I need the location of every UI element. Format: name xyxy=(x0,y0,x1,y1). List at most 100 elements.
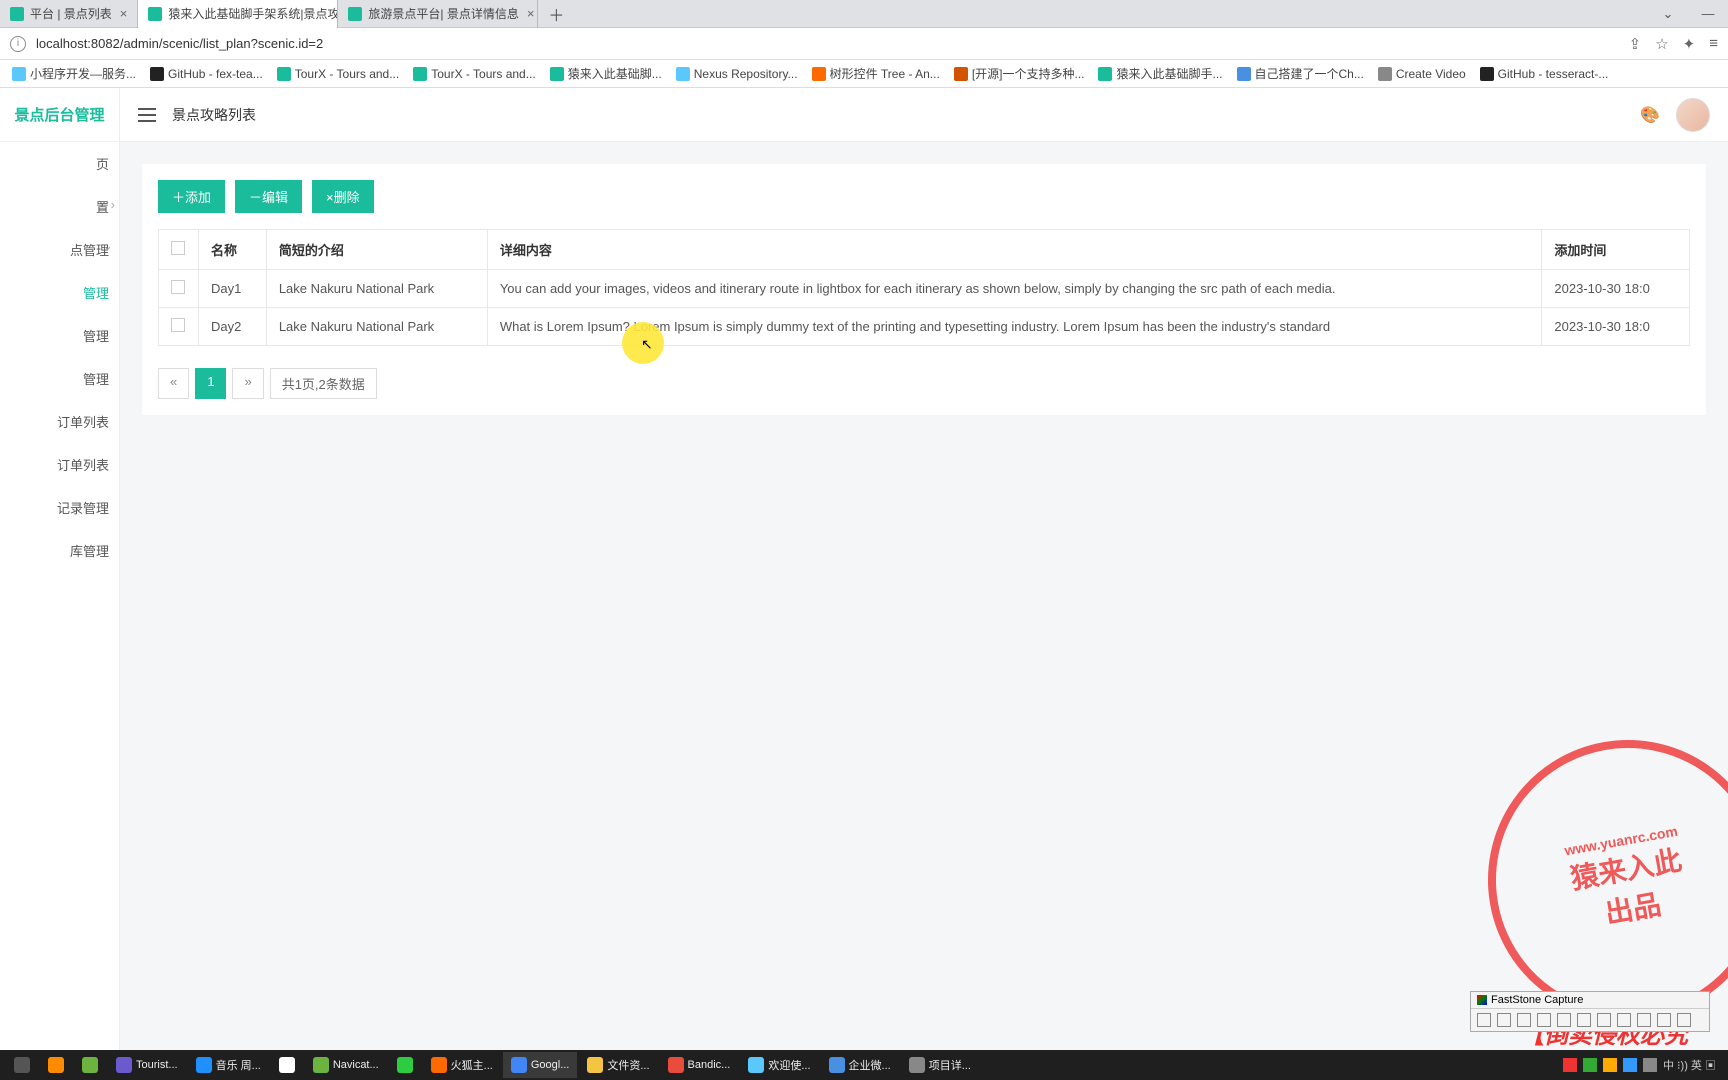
bookmark-icon xyxy=(1378,67,1392,81)
faststone-toolbar[interactable]: FastStone Capture xyxy=(1470,991,1710,1032)
bookmark-item[interactable]: Nexus Repository... xyxy=(672,65,802,83)
taskbar-item[interactable]: 文件资... xyxy=(579,1052,657,1078)
sidebar-item-sub[interactable]: 订单列表 xyxy=(0,443,119,486)
taskbar-item[interactable]: Bandic... xyxy=(660,1052,739,1078)
bookmark-item[interactable]: Create Video xyxy=(1374,65,1470,83)
tray-icon[interactable] xyxy=(1603,1058,1617,1072)
system-tray[interactable]: 中 ⁝)) 英 ▣ xyxy=(1563,1057,1722,1073)
sidebar-item-sub[interactable]: 管理 xyxy=(0,357,119,400)
sidebar-item-settings[interactable]: 置 xyxy=(0,185,119,228)
tool-icon[interactable] xyxy=(1477,1013,1491,1027)
sidebar-item-home[interactable]: 页 xyxy=(0,142,119,185)
avatar[interactable] xyxy=(1676,98,1710,132)
tray-icon[interactable] xyxy=(1563,1058,1577,1072)
tool-icon[interactable] xyxy=(1617,1013,1631,1027)
bookmark-item[interactable]: 树形控件 Tree - An... xyxy=(808,63,944,84)
bookmark-item[interactable]: 自己搭建了一个Ch... xyxy=(1233,63,1368,84)
hamburger-icon[interactable] xyxy=(138,108,156,122)
taskbar-item[interactable]: 欢迎使... xyxy=(740,1052,818,1078)
table-row[interactable]: Day1 Lake Nakuru National Park You can a… xyxy=(159,270,1690,308)
tool-icon[interactable] xyxy=(1517,1013,1531,1027)
table-row[interactable]: Day2 Lake Nakuru National Park What is L… xyxy=(159,308,1690,346)
site-info-icon[interactable]: i xyxy=(10,36,26,52)
taskbar-item[interactable]: 火狐主... xyxy=(423,1052,501,1078)
add-button[interactable]: ＋添加 xyxy=(158,180,225,213)
bookmark-item[interactable]: TourX - Tours and... xyxy=(273,65,404,83)
cell-intro: Lake Nakuru National Park xyxy=(266,270,487,308)
edit-button[interactable]: －编辑 xyxy=(235,180,302,213)
checkbox-all[interactable] xyxy=(171,241,185,255)
taskbar-item[interactable]: 企业微... xyxy=(821,1052,899,1078)
app-icon xyxy=(116,1057,132,1073)
bookmark-item[interactable]: GitHub - tesseract-... xyxy=(1476,65,1613,83)
extensions-icon[interactable]: ✦ xyxy=(1683,35,1696,53)
taskbar-item[interactable] xyxy=(74,1052,106,1078)
tool-icon[interactable] xyxy=(1577,1013,1591,1027)
bookmark-item[interactable]: GitHub - fex-tea... xyxy=(146,65,267,83)
page-prev[interactable]: « xyxy=(158,368,189,399)
close-icon[interactable]: × xyxy=(527,6,535,21)
taskbar-item[interactable] xyxy=(271,1052,303,1078)
palette-icon[interactable]: 🎨 xyxy=(1640,105,1660,125)
tool-icon[interactable] xyxy=(1557,1013,1571,1027)
taskbar-item[interactable]: Navicat... xyxy=(305,1052,387,1078)
sidebar-item-sub[interactable]: 记录管理 xyxy=(0,486,119,529)
address-bar: i localhost:8082/admin/scenic/list_plan?… xyxy=(0,28,1728,60)
page-current[interactable]: 1 xyxy=(195,368,226,399)
sidebar-item-scenic[interactable]: 点管理 xyxy=(0,228,119,271)
favicon-icon xyxy=(10,7,24,21)
cell-detail: You can add your images, videos and itin… xyxy=(487,270,1542,308)
taskbar-item[interactable]: 项目详... xyxy=(901,1052,979,1078)
tool-icon[interactable] xyxy=(1637,1013,1651,1027)
browser-tab[interactable]: 平台 | 景点列表 × xyxy=(0,0,138,28)
bookmark-item[interactable]: 猿来入此基础脚... xyxy=(546,63,666,84)
cursor-icon: ↖ xyxy=(641,336,653,353)
bookmark-item[interactable]: 猿来入此基础脚手... xyxy=(1094,63,1226,84)
start-button[interactable] xyxy=(6,1052,38,1078)
tool-icon[interactable] xyxy=(1597,1013,1611,1027)
browser-tab[interactable]: 猿来入此基础脚手架系统|景点攻 × xyxy=(138,0,338,28)
taskbar-item[interactable] xyxy=(389,1052,421,1078)
taskbar-item[interactable]: Tourist... xyxy=(108,1052,186,1078)
tool-icon[interactable] xyxy=(1677,1013,1691,1027)
taskbar-item[interactable] xyxy=(40,1052,72,1078)
bookmark-item[interactable]: TourX - Tours and... xyxy=(409,65,540,83)
new-tab-button[interactable]: ＋ xyxy=(538,2,574,26)
col-intro: 简短的介绍 xyxy=(266,230,487,270)
close-icon[interactable]: × xyxy=(120,6,128,21)
sidebar-item-sub[interactable]: 库管理 xyxy=(0,529,119,572)
app-icon xyxy=(909,1057,925,1073)
col-time: 添加时间 xyxy=(1542,230,1690,270)
data-table: 名称 简短的介绍 详细内容 添加时间 Day1 Lake Nakuru Nati… xyxy=(158,229,1690,346)
bookmark-item[interactable]: [开源]一个支持多种... xyxy=(950,63,1089,84)
page-next[interactable]: » xyxy=(232,368,263,399)
row-checkbox[interactable] xyxy=(171,318,185,332)
cell-time: 2023-10-30 18:0 xyxy=(1542,270,1690,308)
taskbar-item[interactable]: Googl... xyxy=(503,1052,578,1078)
sidebar-item-sub[interactable]: 管理 xyxy=(0,314,119,357)
bookmark-item[interactable]: 小程序开发—服务... xyxy=(8,63,140,84)
minimize-icon[interactable]: — xyxy=(1688,6,1728,22)
taskbar-item[interactable]: 音乐 周... xyxy=(188,1052,269,1078)
tool-icon[interactable] xyxy=(1657,1013,1671,1027)
app-icon xyxy=(279,1057,295,1073)
star-icon[interactable]: ☆ xyxy=(1655,35,1668,53)
tool-icon[interactable] xyxy=(1497,1013,1511,1027)
app-icon xyxy=(397,1057,413,1073)
url-field[interactable]: localhost:8082/admin/scenic/list_plan?sc… xyxy=(36,36,1629,51)
sidebar-item-sub[interactable]: 管理 xyxy=(0,271,119,314)
share-icon[interactable]: ⇪ xyxy=(1629,35,1642,53)
delete-button[interactable]: ×删除 xyxy=(312,180,374,213)
faststone-icon xyxy=(1477,995,1487,1005)
tab-title: 旅游景点平台| 景点详情信息 xyxy=(368,5,518,22)
tool-icon[interactable] xyxy=(1537,1013,1551,1027)
browser-tab[interactable]: 旅游景点平台| 景点详情信息 × xyxy=(338,0,538,28)
tray-icon[interactable] xyxy=(1623,1058,1637,1072)
dropdown-icon[interactable]: ⌄ xyxy=(1648,6,1688,22)
bookmark-icon xyxy=(1098,67,1112,81)
tray-icon[interactable] xyxy=(1643,1058,1657,1072)
sidebar-item-sub[interactable]: 订单列表 xyxy=(0,400,119,443)
row-checkbox[interactable] xyxy=(171,280,185,294)
tray-icon[interactable] xyxy=(1583,1058,1597,1072)
menu-icon[interactable]: ≡ xyxy=(1709,35,1718,53)
